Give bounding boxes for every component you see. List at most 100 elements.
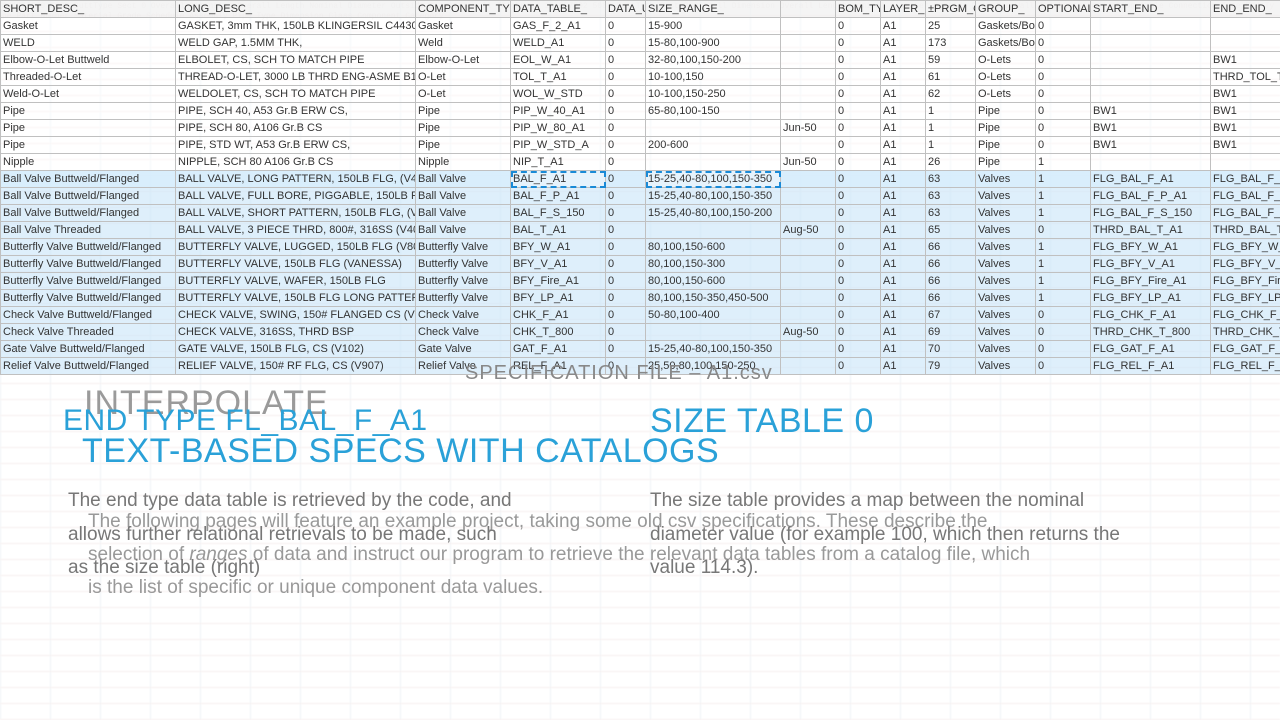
table-cell[interactable]: PIPE, SCH 40, A53 Gr.B ERW CS, [176, 103, 416, 120]
table-cell[interactable]: Pipe [1, 103, 176, 120]
table-cell[interactable]: 15-25,40-80,100,150-350 [646, 188, 781, 205]
table-cell[interactable]: 1 [1036, 154, 1091, 171]
column-header[interactable]: LAYER_ [881, 1, 926, 18]
table-cell[interactable]: 62 [926, 86, 976, 103]
table-cell[interactable]: 69 [926, 324, 976, 341]
table-cell[interactable]: 1 [1036, 256, 1091, 273]
table-cell[interactable] [1211, 154, 1280, 171]
table-row[interactable]: PipePIPE, SCH 80, A106 Gr.B CSPipePIP_W_… [1, 120, 1280, 137]
table-cell[interactable] [646, 324, 781, 341]
table-cell[interactable]: Check Valve [416, 307, 511, 324]
table-cell[interactable]: 0 [836, 205, 881, 222]
column-header[interactable]: DATA_UPD [606, 1, 646, 18]
table-cell[interactable]: 0 [606, 290, 646, 307]
table-cell[interactable]: THRD_TOL_T_A1 [1211, 69, 1280, 86]
table-cell[interactable]: PIP_W_40_A1 [511, 103, 606, 120]
table-cell[interactable]: Butterfly Valve Buttweld/Flanged [1, 239, 176, 256]
table-cell[interactable]: BUTTERFLY VALVE, 150LB FLG (VANESSA) [176, 256, 416, 273]
table-cell[interactable]: 0 [606, 171, 646, 188]
table-cell[interactable]: Gasket [416, 18, 511, 35]
table-cell[interactable]: GASKET, 3mm THK, 150LB KLINGERSIL C4430 … [176, 18, 416, 35]
table-cell[interactable]: WELD GAP, 1.5MM THK, [176, 35, 416, 52]
table-cell[interactable]: 1 [926, 120, 976, 137]
table-cell[interactable]: BFY_LP_A1 [511, 290, 606, 307]
table-row[interactable]: Butterfly Valve Buttweld/FlangedBUTTERFL… [1, 239, 1280, 256]
table-cell[interactable]: FLG_BFY_V_A1 [1211, 256, 1280, 273]
table-cell[interactable]: A1 [881, 273, 926, 290]
table-cell[interactable]: 25 [926, 18, 976, 35]
table-cell[interactable]: Pipe [976, 120, 1036, 137]
table-cell[interactable]: BFY_Fire_A1 [511, 273, 606, 290]
table-cell[interactable]: 67 [926, 307, 976, 324]
table-cell[interactable]: 1 [1036, 188, 1091, 205]
column-header[interactable]: SIZE_RANGE_ [646, 1, 781, 18]
table-cell[interactable]: A1 [881, 188, 926, 205]
table-cell[interactable]: BALL VALVE, LONG PATTERN, 150LB FLG, (V4… [176, 171, 416, 188]
table-cell[interactable] [1211, 35, 1280, 52]
spec-table[interactable]: SHORT_DESC_LONG_DESC_COMPONENT_TYPE_DATA… [0, 0, 1280, 375]
table-cell[interactable]: 0 [836, 154, 881, 171]
table-row[interactable]: Butterfly Valve Buttweld/FlangedBUTTERFL… [1, 256, 1280, 273]
table-cell[interactable]: THREAD-O-LET, 3000 LB THRD ENG-ASME B16.… [176, 69, 416, 86]
table-cell[interactable]: 10-100,150 [646, 69, 781, 86]
table-cell[interactable]: TOL_T_A1 [511, 69, 606, 86]
table-cell[interactable]: 0 [606, 120, 646, 137]
table-cell[interactable]: O-Lets [976, 69, 1036, 86]
table-row[interactable]: Gate Valve Buttweld/FlangedGATE VALVE, 1… [1, 341, 1280, 358]
table-cell[interactable]: 65 [926, 222, 976, 239]
table-cell[interactable]: FLG_BAL_F_A1 [1211, 171, 1280, 188]
table-cell[interactable]: BAL_F_P_A1 [511, 188, 606, 205]
table-cell[interactable]: Gate Valve Buttweld/Flanged [1, 341, 176, 358]
table-cell[interactable]: 66 [926, 239, 976, 256]
table-cell[interactable]: 15-25,40-80,100,150-350 [646, 171, 781, 188]
table-cell[interactable]: 0 [836, 86, 881, 103]
table-cell[interactable]: BALL VALVE, SHORT PATTERN, 150LB FLG, (V… [176, 205, 416, 222]
table-cell[interactable]: A1 [881, 137, 926, 154]
table-cell[interactable]: A1 [881, 358, 926, 375]
table-cell[interactable]: 0 [606, 205, 646, 222]
table-cell[interactable]: A1 [881, 35, 926, 52]
table-cell[interactable]: 0 [1036, 120, 1091, 137]
table-cell[interactable]: A1 [881, 222, 926, 239]
table-cell[interactable]: GAS_F_2_A1 [511, 18, 606, 35]
table-cell[interactable]: ELBOLET, CS, SCH TO MATCH PIPE [176, 52, 416, 69]
table-cell[interactable]: 1 [926, 103, 976, 120]
table-cell[interactable]: BAL_T_A1 [511, 222, 606, 239]
table-cell[interactable] [781, 69, 836, 86]
table-cell[interactable] [781, 188, 836, 205]
table-row[interactable]: Weld-O-LetWELDOLET, CS, SCH TO MATCH PIP… [1, 86, 1280, 103]
table-cell[interactable] [1091, 86, 1211, 103]
table-cell[interactable]: 10-100,150-250 [646, 86, 781, 103]
table-cell[interactable]: BW1 [1211, 137, 1280, 154]
table-row[interactable]: PipePIPE, SCH 40, A53 Gr.B ERW CS,PipePI… [1, 103, 1280, 120]
table-cell[interactable]: NIPPLE, SCH 80 A106 Gr.B CS [176, 154, 416, 171]
table-cell[interactable]: CHK_F_A1 [511, 307, 606, 324]
table-cell[interactable]: 65-80,100-150 [646, 103, 781, 120]
table-cell[interactable]: A1 [881, 86, 926, 103]
table-cell[interactable]: CHECK VALVE, 316SS, THRD BSP [176, 324, 416, 341]
table-cell[interactable]: 0 [836, 307, 881, 324]
table-cell[interactable]: 0 [1036, 324, 1091, 341]
table-cell[interactable]: Elbow-O-Let Buttweld [1, 52, 176, 69]
table-cell[interactable]: 0 [606, 273, 646, 290]
table-cell[interactable]: THRD_CHK_T_800 [1091, 324, 1211, 341]
table-cell[interactable] [1091, 154, 1211, 171]
table-cell[interactable] [781, 103, 836, 120]
table-row[interactable]: Ball Valve Buttweld/FlangedBALL VALVE, S… [1, 205, 1280, 222]
table-cell[interactable]: 1 [1036, 273, 1091, 290]
table-cell[interactable]: 0 [836, 239, 881, 256]
table-cell[interactable]: Gasket [1, 18, 176, 35]
table-cell[interactable]: 0 [1036, 137, 1091, 154]
table-cell[interactable]: A1 [881, 205, 926, 222]
table-cell[interactable]: 0 [1036, 52, 1091, 69]
table-cell[interactable]: FLG_BAL_F_S_150 [1211, 205, 1280, 222]
table-cell[interactable]: 32-80,100,150-200 [646, 52, 781, 69]
table-cell[interactable]: Pipe [976, 103, 1036, 120]
table-cell[interactable]: FLG_BFY_V_A1 [1091, 256, 1211, 273]
table-cell[interactable]: 0 [606, 188, 646, 205]
table-cell[interactable]: 0 [606, 341, 646, 358]
table-cell[interactable]: 15-900 [646, 18, 781, 35]
table-cell[interactable]: 0 [836, 358, 881, 375]
table-cell[interactable]: BAL_F_A1 [511, 171, 606, 188]
column-header[interactable]: SHORT_DESC_ [1, 1, 176, 18]
